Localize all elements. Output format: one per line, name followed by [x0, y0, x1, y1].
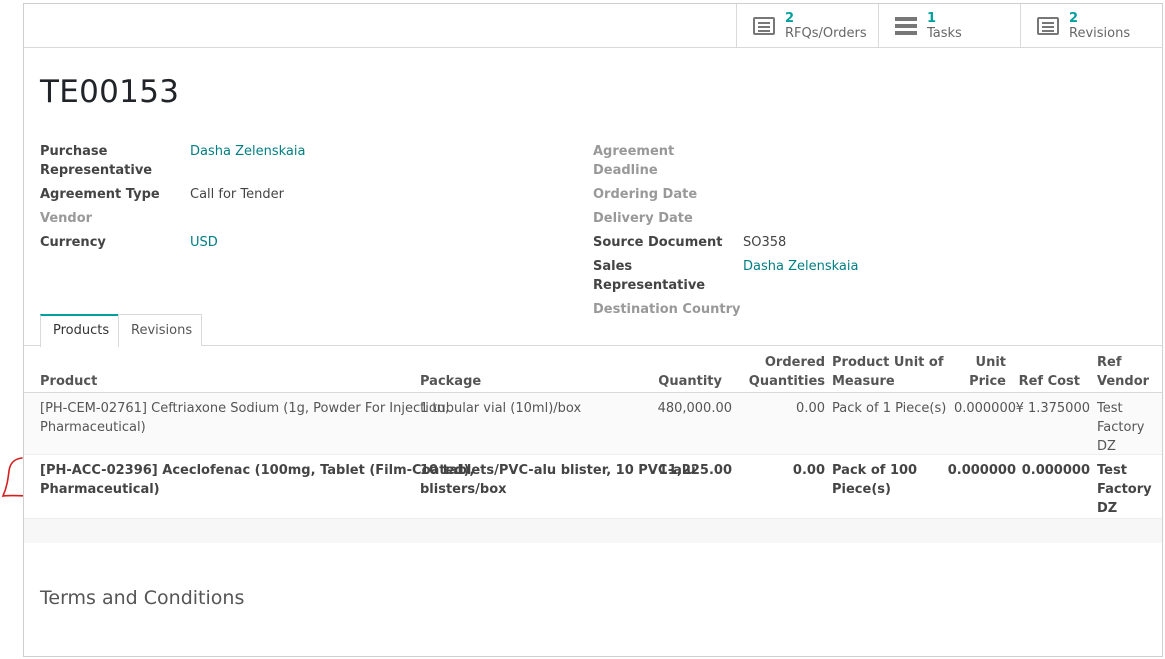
currency-label: Currency [40, 235, 106, 250]
col-ref-vendor[interactable]: Ref Vendor [1097, 353, 1149, 391]
list-icon [1037, 17, 1059, 35]
agreement-type-value[interactable]: Call for Tender [190, 185, 284, 204]
col-uom[interactable]: Product Unit of Measure [832, 353, 943, 391]
list-icon [753, 17, 775, 35]
cell-product: [PH-CEM-02761] Ceftriaxone Sodium (1g, P… [40, 401, 450, 435]
table-row[interactable]: [PH-CEM-02761] Ceftriaxone Sodium (1g, P… [24, 393, 1162, 455]
cell-uom: Pack of 1 Piece(s) [832, 401, 947, 416]
cell-ref-cost: 0.000000 [1021, 463, 1090, 478]
sales-rep-label: Sales Representative [593, 259, 706, 293]
revisions-label: Revisions [1069, 26, 1131, 41]
source-document-label: Source Document [593, 235, 723, 250]
tasks-button[interactable]: 1 Tasks [878, 4, 1020, 48]
cell-product: [PH-ACC-02396] Aceclofenac (100mg, Table… [40, 463, 475, 497]
cell-quantity: 480,000.00 [657, 401, 732, 416]
cell-ordered: 0.00 [796, 401, 825, 416]
revisions-button[interactable]: 2 Revisions [1020, 4, 1162, 48]
rfqs-label: RFQs/Orders [785, 26, 867, 41]
col-package[interactable]: Package [420, 372, 481, 391]
tasks-count: 1 [927, 11, 937, 26]
sales-rep-value[interactable]: Dasha Zelenskaia [743, 257, 858, 295]
cell-ordered: 0.00 [792, 463, 825, 478]
agreement-deadline-label: Agreement Deadline [593, 144, 675, 178]
col-ref-cost[interactable]: Ref Cost [1014, 372, 1080, 391]
tasks-icon [895, 17, 917, 35]
table-row[interactable]: [PH-ACC-02396] Aceclofenac (100mg, Table… [24, 455, 1162, 519]
revisions-count: 2 [1069, 11, 1079, 26]
currency-value[interactable]: USD [190, 233, 218, 252]
col-ordered-quantities[interactable]: Ordered Quantities [744, 353, 825, 391]
notebook-tabs: Products Revisions [24, 314, 1162, 347]
ordering-date-label: Ordering Date [593, 187, 698, 202]
tab-products[interactable]: Products [40, 314, 119, 347]
form-sheet: 2 RFQs/Orders 1 Tasks 2 Revisions TE0015… [23, 3, 1163, 657]
right-field-group: Agreement Deadline Ordering Date Deliver… [593, 142, 858, 324]
cell-ref-vendor: Test Factory DZ [1097, 463, 1152, 516]
col-unit-price[interactable]: Unit Price [944, 353, 1006, 391]
cell-uom: Pack of 100 Piece(s) [832, 463, 918, 497]
purchase-rep-value[interactable]: Dasha Zelenskaia [190, 142, 305, 180]
col-product[interactable]: Product [40, 372, 97, 391]
tab-revisions[interactable]: Revisions [118, 314, 202, 346]
cell-unit-price: 0.000000 [953, 401, 1016, 416]
cell-ref-cost: ¥ 1.375000 [1015, 401, 1090, 416]
cell-quantity: 11,225.00 [658, 463, 732, 478]
rfqs-orders-button[interactable]: 2 RFQs/Orders [736, 4, 878, 48]
agreement-type-label: Agreement Type [40, 187, 160, 202]
rfqs-count: 2 [785, 11, 795, 26]
smart-button-box: 2 RFQs/Orders 1 Tasks 2 Revisions [24, 4, 1162, 48]
tasks-label: Tasks [927, 26, 962, 41]
purchase-rep-label: Purchase Representative [40, 144, 153, 178]
record-title: TE00153 [40, 74, 180, 110]
terms-and-conditions-heading: Terms and Conditions [40, 587, 245, 609]
source-document-value[interactable]: SO358 [743, 233, 786, 252]
products-table: Product Package Quantity Ordered Quantiti… [24, 347, 1162, 543]
cell-ref-vendor: Test Factory DZ [1097, 401, 1145, 454]
cell-package: 1 tubular vial (10ml)/box [420, 401, 582, 416]
vendor-label: Vendor [40, 211, 93, 226]
table-header: Product Package Quantity Ordered Quantiti… [24, 347, 1162, 393]
cell-unit-price: 0.000000 [947, 463, 1016, 478]
delivery-date-label: Delivery Date [593, 211, 693, 226]
left-field-group: Purchase Representative Dasha Zelenskaia… [40, 142, 305, 257]
col-quantity[interactable]: Quantity [654, 372, 722, 391]
table-empty-row [24, 519, 1162, 543]
